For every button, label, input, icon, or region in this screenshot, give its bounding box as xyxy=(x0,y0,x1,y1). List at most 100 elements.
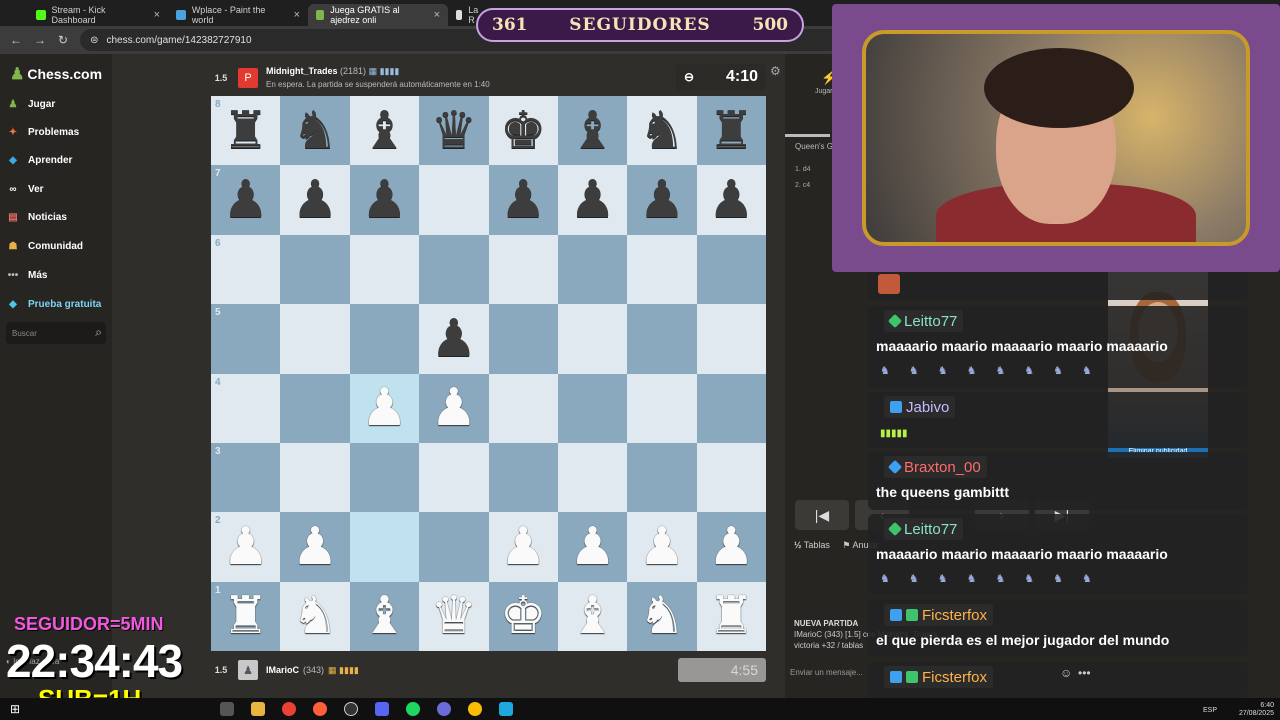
jugar-tab-label[interactable]: Jugar xyxy=(815,88,833,95)
white-piece[interactable]: ♚ xyxy=(500,590,547,642)
sidebar-item-prueba-gratuita[interactable]: ◆ Prueba gratuita xyxy=(6,294,101,314)
board-square[interactable] xyxy=(349,442,420,513)
board-square[interactable]: ♟ xyxy=(280,512,350,582)
first-move-button[interactable]: |◀ xyxy=(795,500,849,530)
move-row[interactable]: 1. d4 xyxy=(795,162,811,178)
board-square[interactable] xyxy=(349,512,420,582)
black-piece[interactable]: ♟ xyxy=(500,174,547,226)
black-piece[interactable]: ♟ xyxy=(361,174,408,226)
reload-icon[interactable]: ↻ xyxy=(58,33,68,47)
browser-tab-active[interactable]: Juega GRATIS al ajedrez onli × xyxy=(308,4,448,26)
board-square[interactable] xyxy=(488,373,558,443)
black-piece[interactable]: ♟ xyxy=(292,174,339,226)
board-square[interactable]: ♞ xyxy=(280,96,350,166)
board-square[interactable]: ♞ xyxy=(280,581,350,651)
board-square[interactable]: ♟ xyxy=(349,165,420,235)
white-piece[interactable]: ♟ xyxy=(292,521,339,573)
board-square[interactable] xyxy=(419,512,489,582)
board-square[interactable]: ♟ xyxy=(696,512,766,582)
black-piece[interactable]: ♞ xyxy=(292,105,339,157)
board-square[interactable]: 6 xyxy=(211,234,281,305)
board-square[interactable]: 2 ♟ xyxy=(211,512,281,582)
sidebar-item-comunidad[interactable]: ☗ Comunidad xyxy=(6,236,83,256)
black-piece[interactable]: ♛ xyxy=(431,105,478,157)
chesscom-logo[interactable]: ♟ Chess.com xyxy=(10,64,102,84)
black-piece[interactable]: ♚ xyxy=(500,105,547,157)
settings-gear-icon[interactable]: ⚙ xyxy=(770,64,781,78)
board-square[interactable]: ♝ xyxy=(557,581,628,651)
draw-button[interactable]: ½ Tablas ⚑ Anular xyxy=(794,540,879,551)
board-square[interactable]: 4 xyxy=(211,373,281,443)
move-row[interactable]: 2. c4 xyxy=(795,178,811,194)
player-name[interactable]: IMarioC xyxy=(266,665,299,675)
board-square[interactable] xyxy=(696,442,766,513)
board-square[interactable] xyxy=(627,234,697,305)
board-square[interactable]: ♟ xyxy=(696,165,766,235)
chat-username[interactable]: Ficsterfox xyxy=(884,666,994,688)
browser-tab[interactable]: Wplace - Paint the world × xyxy=(168,4,308,26)
avatar[interactable]: ♟ xyxy=(238,660,258,680)
board-square[interactable] xyxy=(280,373,350,443)
chrome-icon[interactable] xyxy=(282,702,297,716)
white-piece[interactable]: ♟ xyxy=(361,382,408,434)
white-piece[interactable]: ♜ xyxy=(708,590,755,642)
board-square[interactable]: ♛ xyxy=(419,96,489,166)
board-square[interactable]: ♟ xyxy=(627,512,697,582)
black-piece[interactable]: ♝ xyxy=(569,105,616,157)
sidebar-item-ver[interactable]: ∞ Ver xyxy=(6,179,43,199)
board-square[interactable] xyxy=(488,234,558,305)
avatar[interactable]: P xyxy=(238,68,258,88)
search-icon[interactable]: ⌕ xyxy=(95,325,102,340)
site-info-icon[interactable]: ⊜ xyxy=(90,35,98,46)
emoji-icon[interactable]: ☺ xyxy=(1060,666,1072,680)
sidebar-item-noticias[interactable]: ▤ Noticias xyxy=(6,207,67,227)
sidebar-item-mas[interactable]: ••• Más xyxy=(6,265,48,285)
chat-username[interactable]: Leitto77 xyxy=(884,518,964,540)
board-square[interactable]: 3 xyxy=(211,442,281,513)
board-square[interactable] xyxy=(488,442,558,513)
board-square[interactable] xyxy=(488,304,558,374)
close-icon[interactable]: × xyxy=(294,9,300,21)
black-piece[interactable]: ♝ xyxy=(361,105,408,157)
white-piece[interactable]: ♜ xyxy=(222,590,269,642)
board-square[interactable] xyxy=(419,165,489,235)
board-square[interactable] xyxy=(349,234,420,305)
board-square[interactable]: 1 ♜ xyxy=(211,581,281,651)
board-square[interactable]: ♚ xyxy=(488,96,558,166)
board-square[interactable] xyxy=(627,373,697,443)
white-piece[interactable]: ♟ xyxy=(708,521,755,573)
board-square[interactable] xyxy=(696,373,766,443)
windows-start-icon[interactable]: ⊞ xyxy=(10,702,20,716)
chat-username[interactable]: Braxton_00 xyxy=(884,456,987,478)
board-square[interactable] xyxy=(627,442,697,513)
board-square[interactable] xyxy=(557,442,628,513)
black-piece[interactable]: ♟ xyxy=(431,313,478,365)
board-square[interactable]: ♟ xyxy=(488,512,558,582)
white-piece[interactable]: ♞ xyxy=(292,590,339,642)
board-square[interactable]: ♟ xyxy=(557,165,628,235)
board-square[interactable]: ♞ xyxy=(627,96,697,166)
board-square[interactable]: ♞ xyxy=(627,581,697,651)
app-icon[interactable] xyxy=(437,702,452,716)
browser-tab[interactable]: Stream - Kick Dashboard × xyxy=(28,4,168,26)
white-piece[interactable]: ♟ xyxy=(222,521,269,573)
board-square[interactable] xyxy=(280,442,350,513)
board-square[interactable] xyxy=(280,234,350,305)
white-piece[interactable]: ♛ xyxy=(431,590,478,642)
task-view-icon[interactable] xyxy=(220,702,235,716)
chat-username[interactable]: Jabivo xyxy=(884,396,956,418)
board-square[interactable]: ♜ xyxy=(696,96,766,166)
chrome-icon[interactable] xyxy=(468,702,483,716)
board-square[interactable]: ♟ xyxy=(488,165,558,235)
system-tray[interactable]: ESP 6:40 27/08/2025 xyxy=(1203,702,1274,718)
board-square[interactable]: ♟ xyxy=(349,373,420,443)
board-square[interactable]: ♟ xyxy=(557,512,628,582)
board-square[interactable]: ♝ xyxy=(557,96,628,166)
board-square[interactable]: ♛ xyxy=(419,581,489,651)
white-piece[interactable]: ♝ xyxy=(361,590,408,642)
close-icon[interactable]: × xyxy=(154,9,160,21)
board-square[interactable]: ♚ xyxy=(488,581,558,651)
black-piece[interactable]: ♟ xyxy=(708,174,755,226)
board-square[interactable]: ♟ xyxy=(280,165,350,235)
black-piece[interactable]: ♟ xyxy=(569,174,616,226)
